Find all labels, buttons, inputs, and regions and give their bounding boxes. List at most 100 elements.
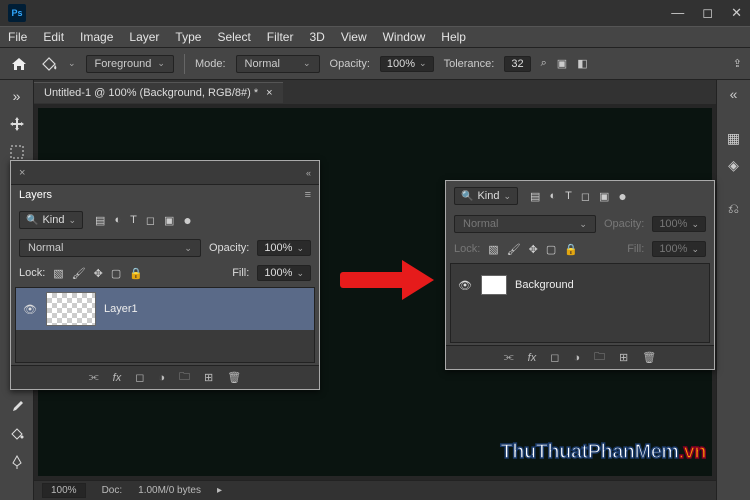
status-chevron-icon[interactable]: ▸ xyxy=(217,485,222,496)
layer-mask-icon[interactable]: ◻ xyxy=(550,351,559,364)
minimize-icon[interactable]: — xyxy=(671,5,684,21)
antialias-icon[interactable]: ⌕ xyxy=(541,57,547,70)
filter-pixel-icon[interactable]: ▤ xyxy=(530,190,540,203)
chevron-down-icon: ⌄ xyxy=(296,268,304,279)
3d-panel-icon[interactable]: ▦ xyxy=(727,130,740,147)
panel-menu-icon[interactable]: ≡ xyxy=(305,189,311,201)
layer-style-icon[interactable]: fx xyxy=(528,352,537,364)
filter-smart-icon[interactable]: ▣ xyxy=(599,190,609,203)
panel-header[interactable]: × « xyxy=(11,161,319,185)
layer-item[interactable]: 👁 Layer1 xyxy=(16,288,314,330)
delete-layer-icon[interactable]: 🗑 xyxy=(642,351,656,364)
layer-mask-icon[interactable]: ◻ xyxy=(135,371,144,384)
zoom-field[interactable]: 100% xyxy=(42,483,86,498)
menu-3d[interactable]: 3D xyxy=(309,30,324,44)
filter-type-icon[interactable]: T xyxy=(130,214,137,226)
pen-tool[interactable] xyxy=(4,450,30,474)
filter-shape-icon[interactable]: ◻ xyxy=(146,214,155,227)
home-button[interactable] xyxy=(8,54,30,74)
filter-kind-label: Kind xyxy=(477,190,499,202)
menu-type[interactable]: Type xyxy=(175,30,201,44)
layers-tab[interactable]: Layers xyxy=(19,189,52,201)
expand-icon[interactable]: » xyxy=(4,84,30,108)
watermark: ThuThuatPhanMem.vn xyxy=(501,441,706,464)
adjustments-panel-icon[interactable]: ⎌ xyxy=(728,200,739,217)
new-layer-icon[interactable]: ⊞ xyxy=(204,371,213,384)
expand-panels-icon[interactable]: « xyxy=(730,86,738,102)
layer-name[interactable]: Background xyxy=(515,279,574,291)
all-layers-icon[interactable]: ◧ xyxy=(577,57,587,70)
lock-label: Lock: xyxy=(19,267,45,279)
link-layers-icon[interactable]: ⫘ xyxy=(89,371,99,384)
lock-image-icon[interactable]: 🖌 xyxy=(72,267,86,280)
layers-panel-icon[interactable]: ◈ xyxy=(728,157,739,174)
group-icon[interactable]: 🗀 xyxy=(179,368,190,387)
panel-collapse-icon[interactable]: « xyxy=(306,168,311,178)
lock-artboard-icon[interactable]: ▢ xyxy=(111,267,121,280)
fill-value: 100% xyxy=(264,267,292,279)
brush-tool[interactable] xyxy=(4,394,30,418)
lock-transparency-icon[interactable]: ▧ xyxy=(53,267,63,280)
mode-dropdown[interactable]: Normal ⌄ xyxy=(236,55,320,73)
visibility-icon[interactable]: 👁 xyxy=(457,279,473,292)
menu-help[interactable]: Help xyxy=(441,30,466,44)
tool-chevron-icon[interactable]: ⌄ xyxy=(68,58,76,69)
foreground-dropdown[interactable]: Foreground ⌄ xyxy=(86,55,174,73)
bucket-tool-icon[interactable] xyxy=(40,56,58,72)
fill-label: Fill: xyxy=(627,243,644,255)
group-icon[interactable]: 🗀 xyxy=(594,348,605,367)
document-title: Untitled-1 @ 100% (Background, RGB/8#) * xyxy=(44,87,258,99)
move-tool[interactable] xyxy=(4,112,30,136)
filter-smart-icon[interactable]: ▣ xyxy=(164,214,174,227)
menu-filter[interactable]: Filter xyxy=(267,30,294,44)
layer-style-icon[interactable]: fx xyxy=(113,372,122,384)
filter-toggle-icon[interactable]: ● xyxy=(183,212,191,228)
layer-thumbnail[interactable] xyxy=(46,292,96,326)
contiguous-icon[interactable]: ▣ xyxy=(557,57,567,70)
layer-item[interactable]: 👁 Background xyxy=(451,264,709,306)
lock-artboard-icon: ▢ xyxy=(546,243,556,256)
link-layers-icon[interactable]: ⫘ xyxy=(504,351,514,364)
menu-window[interactable]: Window xyxy=(383,30,426,44)
visibility-icon[interactable]: 👁 xyxy=(22,303,38,316)
filter-toggle-icon[interactable]: ● xyxy=(618,188,626,204)
panel-close-icon[interactable]: × xyxy=(19,167,25,179)
blend-mode-value: Normal xyxy=(28,242,63,254)
tolerance-field[interactable]: 32 xyxy=(504,56,530,72)
maximize-icon[interactable]: ◻ xyxy=(702,5,713,21)
bucket-tool[interactable] xyxy=(4,422,30,446)
tolerance-value: 32 xyxy=(511,58,523,70)
filter-adjustment-icon[interactable]: ◐ xyxy=(114,214,121,226)
lock-image-icon: 🖌 xyxy=(507,243,521,256)
blend-row: Normal ⌄ Opacity: 100% ⌄ xyxy=(11,235,319,261)
delete-layer-icon[interactable]: 🗑 xyxy=(227,371,241,384)
menu-select[interactable]: Select xyxy=(217,30,250,44)
filter-shape-icon[interactable]: ◻ xyxy=(581,190,590,203)
filter-kind-dropdown[interactable]: 🔍 Kind ⌄ xyxy=(454,187,518,205)
adjustment-layer-icon[interactable]: ◑ xyxy=(158,372,165,384)
lock-all-icon[interactable]: 🔒 xyxy=(129,267,143,280)
tab-close-icon[interactable]: × xyxy=(266,87,272,99)
menu-file[interactable]: File xyxy=(8,30,27,44)
opacity-field[interactable]: 100% ⌄ xyxy=(380,56,434,72)
blend-mode-dropdown[interactable]: Normal ⌄ xyxy=(19,239,201,257)
menu-layer[interactable]: Layer xyxy=(129,30,159,44)
fill-field[interactable]: 100% ⌄ xyxy=(257,265,311,281)
filter-pixel-icon[interactable]: ▤ xyxy=(95,214,105,227)
filter-adjustment-icon[interactable]: ◐ xyxy=(549,190,556,202)
new-layer-icon[interactable]: ⊞ xyxy=(619,351,628,364)
menu-view[interactable]: View xyxy=(341,30,367,44)
share-icon[interactable]: ⇪ xyxy=(733,57,742,70)
layer-opacity-field[interactable]: 100% ⌄ xyxy=(257,240,311,256)
filter-kind-dropdown[interactable]: 🔍 Kind ⌄ xyxy=(19,211,83,229)
layer-thumbnail[interactable] xyxy=(481,275,507,295)
layer-name[interactable]: Layer1 xyxy=(104,303,138,315)
menu-edit[interactable]: Edit xyxy=(43,30,64,44)
close-icon[interactable]: ✕ xyxy=(731,5,742,21)
menu-image[interactable]: Image xyxy=(80,30,113,44)
adjustment-layer-icon[interactable]: ◑ xyxy=(573,352,580,364)
filter-type-icon[interactable]: T xyxy=(565,190,572,202)
menu-bar: File Edit Image Layer Type Select Filter… xyxy=(0,26,750,48)
document-tab[interactable]: Untitled-1 @ 100% (Background, RGB/8#) *… xyxy=(34,82,283,103)
lock-position-icon[interactable]: ✥ xyxy=(94,267,103,280)
